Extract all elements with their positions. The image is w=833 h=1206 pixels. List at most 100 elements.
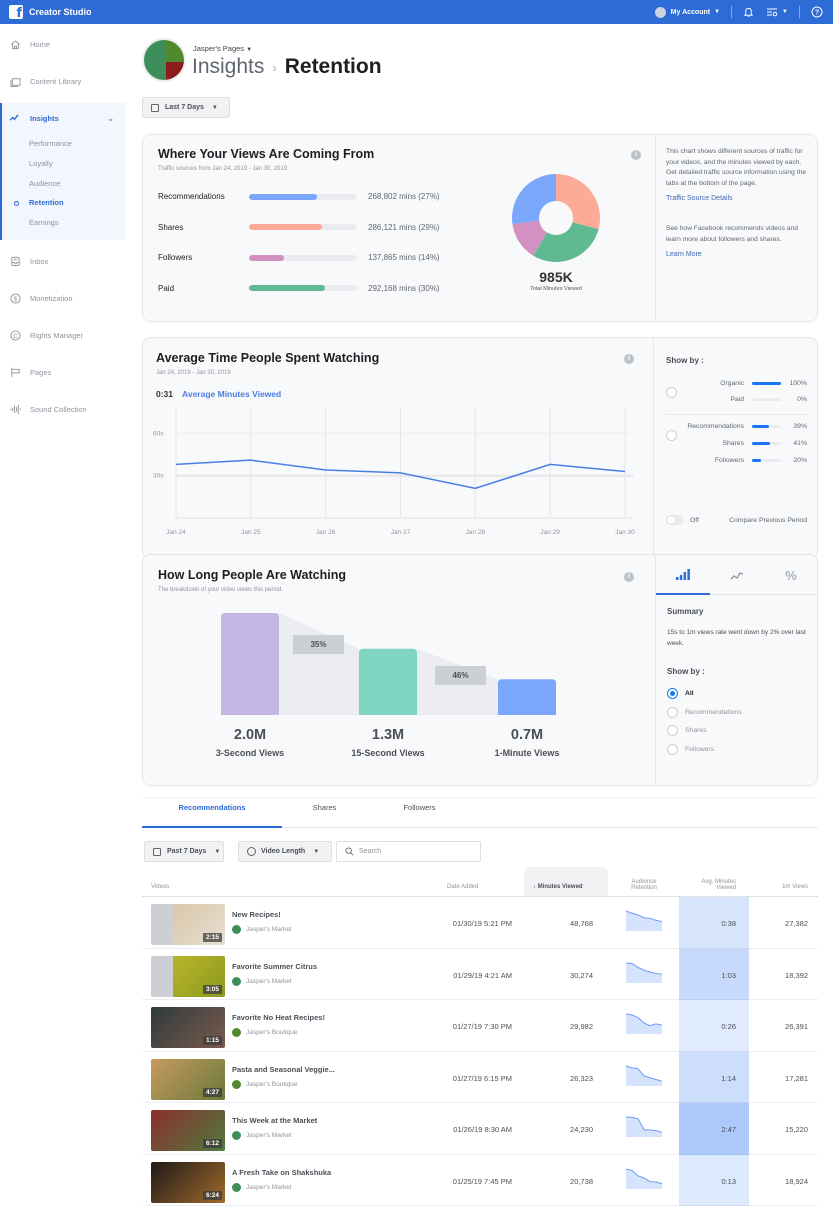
- show-by-option-shares[interactable]: Shares: [667, 725, 707, 736]
- retention-area: [626, 1169, 662, 1189]
- column-header-1m-views[interactable]: 1m Views: [762, 884, 808, 890]
- video-thumbnail[interactable]: 2:15: [151, 904, 225, 945]
- sidebar-item-rights-manager[interactable]: C Rights Manager: [0, 317, 126, 354]
- table-row[interactable]: 3:05Favorite Summer CitrusJasper's Marke…: [142, 949, 818, 1001]
- bar-chart-icon: [676, 569, 690, 580]
- sidebar-item-home[interactable]: Home: [0, 26, 126, 63]
- sidebar-item-pages[interactable]: Pages: [0, 354, 126, 391]
- video-thumbnail[interactable]: 4:27: [151, 1059, 225, 1100]
- facebook-logo-icon[interactable]: [9, 5, 23, 19]
- funnel-category-label: 1-Minute Views: [457, 748, 597, 758]
- radio-button[interactable]: [667, 744, 678, 755]
- source-label: Shares: [158, 223, 249, 232]
- summary-text: 15s to 1m views rate went down by 2% ove…: [667, 628, 812, 649]
- video-thumbnail[interactable]: 6:12: [151, 1110, 225, 1151]
- donut-slice-paid[interactable]: [533, 222, 598, 262]
- page-switcher[interactable]: Jasper's Pages ▼: [193, 44, 252, 53]
- radio-organic-paid[interactable]: [666, 387, 677, 398]
- date-added: 01/25/19 7:45 PM: [422, 1177, 512, 1186]
- percent-icon: %: [785, 568, 797, 583]
- table-row[interactable]: 4:27Pasta and Seasonal Veggie...Jasper's…: [142, 1052, 818, 1104]
- show-by-row-label: Organic: [720, 380, 744, 387]
- column-header-audience-retention[interactable]: Audience Retention: [624, 879, 664, 891]
- video-title[interactable]: New Recipes!: [232, 910, 281, 919]
- sidebar-item-inbox[interactable]: Inbox: [0, 243, 126, 280]
- funnel-bar-2[interactable]: [359, 649, 417, 715]
- sidebar-item-insights[interactable]: Insights ⌄: [2, 103, 126, 134]
- content-library-icon: [9, 76, 21, 88]
- subitem-label: Earnings: [29, 218, 59, 227]
- video-title[interactable]: Pasta and Seasonal Veggie...: [232, 1065, 335, 1074]
- info-icon[interactable]: i: [624, 354, 634, 364]
- table-row[interactable]: 6:12This Week at the MarketJasper's Mark…: [142, 1103, 818, 1155]
- video-length-dropdown[interactable]: Video Length ▼: [238, 841, 332, 862]
- video-title[interactable]: This Week at the Market: [232, 1116, 317, 1125]
- compare-toggle[interactable]: [666, 515, 684, 525]
- my-account-menu[interactable]: My Account ▼: [655, 7, 720, 18]
- info-icon[interactable]: i: [631, 150, 641, 160]
- traffic-source-details-link[interactable]: Traffic Source Details: [666, 195, 807, 202]
- show-by-option-followers[interactable]: Followers: [667, 744, 714, 755]
- show-by-label: Show by :: [666, 356, 704, 365]
- divider: [731, 6, 732, 18]
- learn-more-link[interactable]: Learn More: [666, 251, 807, 258]
- radio-button[interactable]: [667, 688, 678, 699]
- notifications-bell-icon[interactable]: [743, 7, 754, 18]
- radio-sources[interactable]: [666, 430, 677, 441]
- show-by-row-pct: 20%: [789, 457, 807, 464]
- sidebar-subitem-audience[interactable]: Audience: [2, 173, 126, 193]
- tab-line-chart[interactable]: [710, 555, 764, 595]
- radio-button[interactable]: [667, 707, 678, 718]
- avg-metric-label[interactable]: Average Minutes Viewed: [182, 389, 281, 399]
- tab-bar-chart[interactable]: [656, 555, 710, 595]
- table-row[interactable]: 1:15 Favorite No Heat Recipes! Jasper's Bo…: [142, 1000, 818, 1052]
- help-icon[interactable]: ?: [811, 6, 823, 18]
- video-title[interactable]: Favorite Summer Citrus: [232, 962, 317, 971]
- funnel-bar-3[interactable]: [498, 679, 556, 715]
- page-avatar-icon: [232, 977, 241, 986]
- video-title[interactable]: Favorite No Heat Recipes!: [232, 1013, 325, 1022]
- search-field[interactable]: Search: [336, 841, 481, 862]
- show-by-option-recommendations[interactable]: Recommendations: [667, 707, 742, 718]
- sidebar-item-content-library[interactable]: Content Library: [0, 63, 126, 100]
- subitem-label: Retention: [29, 198, 64, 207]
- dropoff-percent-label: 46%: [435, 666, 486, 685]
- page-avatar[interactable]: [142, 38, 186, 82]
- table-row[interactable]: 2:15New Recipes!Jasper's Market01/30/19 …: [142, 897, 818, 949]
- video-thumbnail[interactable]: 6:24: [151, 1162, 225, 1203]
- column-header-minutes-viewed[interactable]: ↓ Minutes Viewed: [533, 884, 583, 890]
- retention-sparkline: [626, 1064, 663, 1086]
- table-row[interactable]: 6:24A Fresh Take on ShakshukaJasper's Ma…: [142, 1155, 818, 1206]
- tab-recommendations[interactable]: Recommendations: [142, 798, 282, 828]
- column-header-date-added[interactable]: Date Added: [447, 884, 478, 890]
- settings-menu[interactable]: ▼: [766, 7, 788, 17]
- source-bar-fill: [249, 194, 317, 200]
- show-by-label: Show by :: [667, 667, 705, 676]
- video-thumbnail[interactable]: 3:05: [151, 956, 225, 997]
- funnel-bar-1[interactable]: [221, 613, 279, 715]
- breadcrumb-insights[interactable]: Insights: [192, 55, 264, 79]
- tab-followers[interactable]: Followers: [372, 798, 467, 828]
- sidebar-item-monetization[interactable]: $ Monetization: [0, 280, 126, 317]
- sidebar-subitem-loyalty[interactable]: Loyalty: [2, 154, 126, 174]
- video-thumbnail[interactable]: 1:15: [151, 1007, 225, 1048]
- sidebar-item-sound-collection[interactable]: Sound Collection: [0, 391, 126, 428]
- caret-down-icon: ▼: [782, 9, 788, 15]
- video-title[interactable]: A Fresh Take on Shakshuka: [232, 1168, 331, 1177]
- donut-slice-recommendations[interactable]: [512, 174, 556, 224]
- column-header-avg-minutes[interactable]: Avg. Minutes Viewed: [682, 879, 736, 891]
- total-minutes-label: Total Minutes Viewed: [496, 286, 616, 292]
- sidebar-subitem-earnings[interactable]: Earnings: [2, 213, 126, 233]
- tab-percent[interactable]: %: [764, 555, 818, 595]
- date-range-dropdown[interactable]: Last 7 Days ▼: [142, 97, 230, 118]
- source-row: Paid292,168 mins (30%): [158, 284, 440, 293]
- sidebar-subitem-performance[interactable]: Performance: [2, 134, 126, 154]
- radio-button[interactable]: [667, 725, 678, 736]
- sidebar-subitem-retention[interactable]: Retention: [2, 193, 126, 213]
- video-page: Jasper's Boutique: [232, 1028, 297, 1037]
- y-tick-label: 30s: [153, 473, 164, 480]
- show-by-option-all[interactable]: All: [667, 688, 694, 699]
- tab-shares[interactable]: Shares: [282, 798, 367, 828]
- donut-slice-shares[interactable]: [556, 174, 600, 229]
- period-dropdown[interactable]: Past 7 Days ▼: [144, 841, 224, 862]
